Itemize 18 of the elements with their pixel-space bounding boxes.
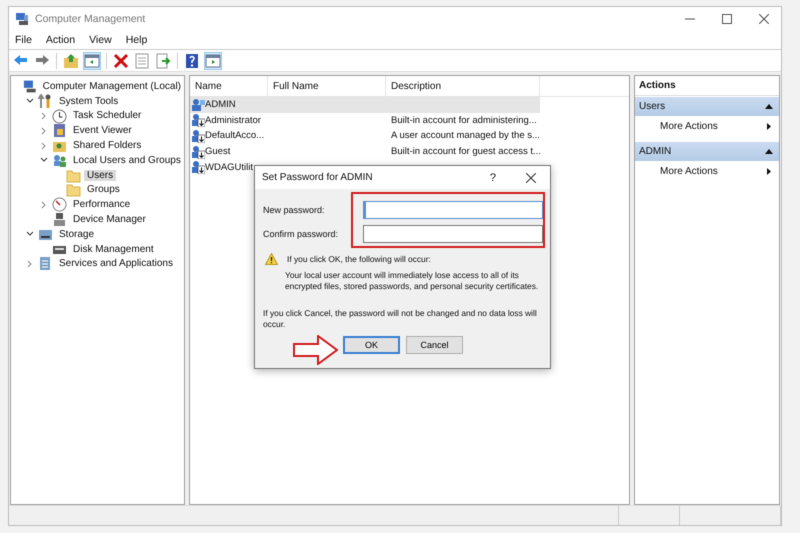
table-cell: A user account managed by the s... (391, 130, 540, 142)
table-cell: Built-in account for guest access t... (391, 146, 541, 158)
field-label: New password: (263, 205, 326, 215)
section-title: Users (639, 101, 666, 112)
warning-text: If you click OK, the following will occur: (287, 254, 431, 264)
field-label: Confirm password: (263, 229, 340, 239)
window-title: Computer Management (35, 13, 146, 25)
section-title: ADMIN (639, 146, 672, 157)
table-cell: Built-in account for administering... (391, 114, 537, 126)
table-cell: ADMIN (205, 99, 236, 110)
table-cell: Administrator (205, 114, 261, 126)
table-cell: DefaultAcco... (205, 130, 264, 142)
pane-title: Actions (635, 76, 779, 96)
table-cell: WDAGUtilit (205, 162, 254, 173)
cancel-note: If you click Cancel, the password will not be changed and no data loss will occur. (263, 308, 538, 330)
dialog-title: Set Password for ADMIN (262, 172, 374, 183)
warning-detail: Your local user account will immediately lose access to all of its encrypted files, stored passwords, and personal security certificates. (284, 270, 540, 292)
table-cell: Guest (205, 146, 230, 158)
